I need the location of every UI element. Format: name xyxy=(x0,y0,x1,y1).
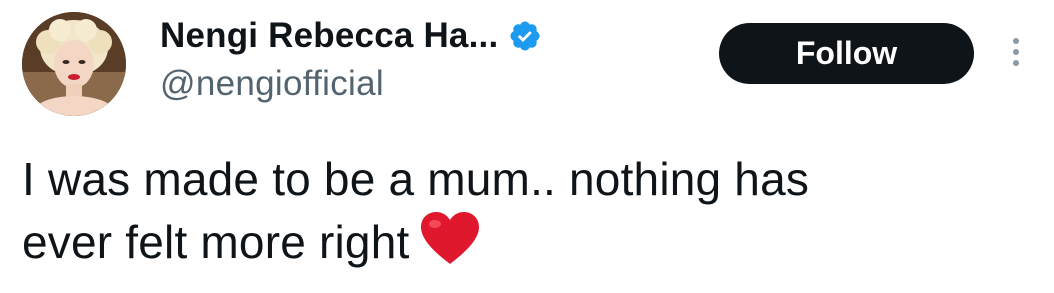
avatar-image xyxy=(22,12,126,116)
more-options-icon[interactable] xyxy=(1009,38,1023,72)
follow-button[interactable]: Follow xyxy=(719,23,974,84)
user-handle[interactable]: @nengiofficial xyxy=(160,64,384,104)
tweet-text: I was made to be a mum.. nothing has eve… xyxy=(22,148,1022,273)
avatar[interactable] xyxy=(22,12,126,116)
tweet-text-line-2-wrap: ever felt more right xyxy=(22,210,1022,273)
verified-badge-icon xyxy=(508,19,542,53)
name-row: Nengi Rebecca Ha... xyxy=(160,14,542,58)
tweet-text-line-2: ever felt more right xyxy=(22,216,410,268)
red-heart-emoji-icon xyxy=(417,210,483,266)
tweet-text-line-1: I was made to be a mum.. nothing has xyxy=(22,153,810,205)
display-name[interactable]: Nengi Rebecca Ha... xyxy=(160,16,498,56)
tweet-card: Nengi Rebecca Ha... @nengiofficial Follo… xyxy=(0,0,1054,293)
